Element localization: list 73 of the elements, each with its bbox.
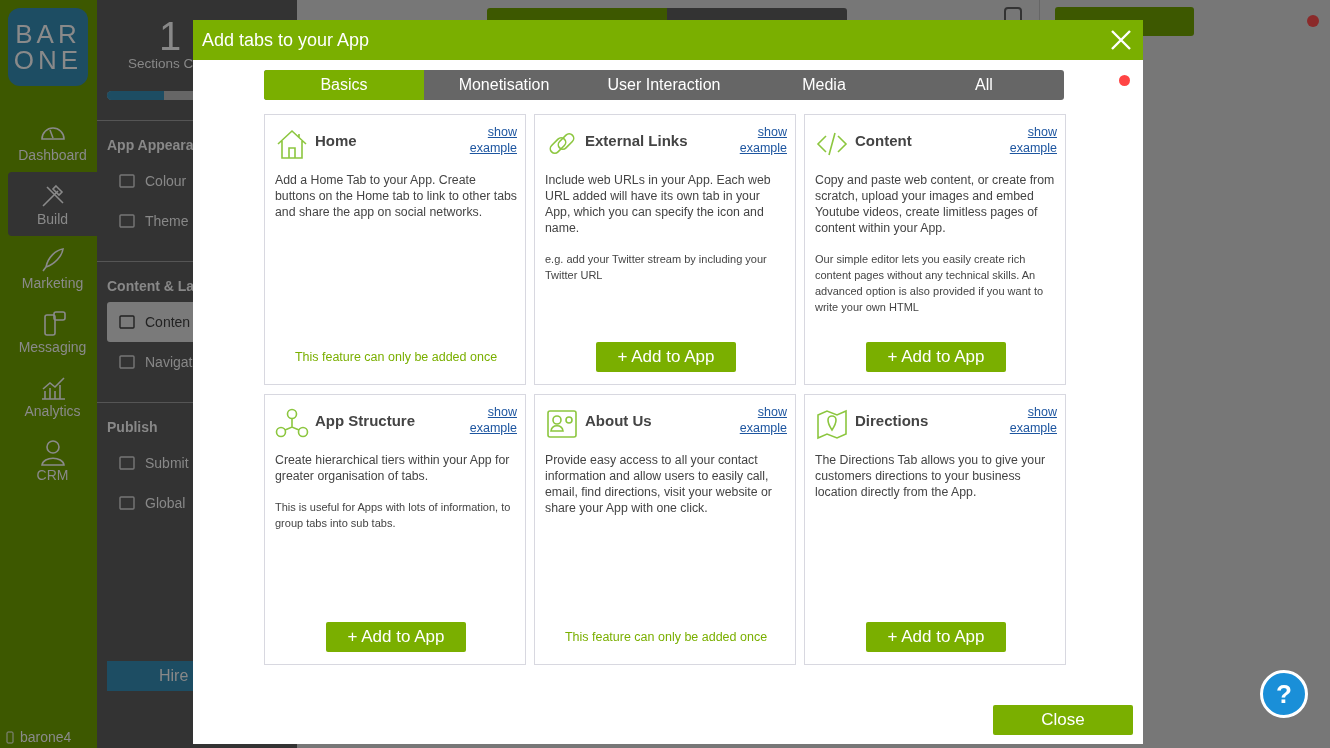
close-icon[interactable] <box>1110 29 1132 51</box>
card-title: Directions <box>855 412 929 429</box>
add-to-app-button[interactable]: + Add to App <box>866 342 1006 372</box>
card-description: Create hierarchical tiers within your App for greater organisation of tabs. <box>275 452 511 484</box>
limit-note: This feature can only be added once <box>564 630 768 644</box>
category-tab[interactable]: All <box>904 70 1064 100</box>
category-tab[interactable]: Media <box>744 70 904 100</box>
example-link[interactable]: show <box>1027 404 1057 420</box>
item-icon <box>117 312 137 332</box>
item-icon <box>117 352 137 372</box>
example-link[interactable]: example <box>1009 140 1057 156</box>
card-title: External Links <box>585 132 688 149</box>
panel-item[interactable]: Conten <box>107 302 193 342</box>
sidebar-item[interactable]: Messaging <box>8 300 97 364</box>
example-link[interactable]: example <box>469 140 517 156</box>
logo: BAR ONE <box>8 8 88 86</box>
example-link[interactable]: example <box>739 420 787 436</box>
item-icon <box>117 493 137 513</box>
section-heading: App Appeara <box>107 137 193 153</box>
category-tab[interactable]: Basics <box>264 70 424 100</box>
card-title: Content <box>855 132 912 149</box>
item-icon <box>117 453 137 473</box>
example-link[interactable]: show <box>757 124 787 140</box>
sidebar-item[interactable]: Marketing <box>8 236 97 300</box>
category-tab[interactable]: User Interaction <box>584 70 744 100</box>
help-button[interactable]: ? <box>1260 670 1308 718</box>
example-link[interactable]: show <box>487 124 517 140</box>
sidebar-item[interactable]: CRM <box>8 428 97 492</box>
phone-icon <box>6 730 14 744</box>
example-link[interactable]: show <box>757 404 787 420</box>
add-to-app-button[interactable]: + Add to App <box>596 342 736 372</box>
card-title: About Us <box>585 412 652 429</box>
notification-dot <box>1119 75 1130 86</box>
card-description: Add a Home Tab to your App. Create buttons on the Home tab to link to other tabs and share the app on social networks. <box>275 172 517 220</box>
card-description: e.g. add your Twitter stream by including your Twitter URL <box>545 252 768 283</box>
card-description: This is useful for Apps with lots of information, to group tabs into sub tabs. <box>275 500 512 531</box>
example-link[interactable]: example <box>1009 420 1057 436</box>
contact-card-icon <box>545 407 579 441</box>
user-label: barone4 <box>0 729 97 748</box>
add-to-app-button[interactable]: + Add to App <box>326 622 466 652</box>
sections-count: 1 <box>159 16 182 56</box>
sections-label: Sections C <box>128 56 194 71</box>
panel-item[interactable]: Submit <box>107 443 193 483</box>
limit-note: This feature can only be added once <box>294 350 498 364</box>
item-icon <box>117 211 137 231</box>
category-tab[interactable]: Monetisation <box>424 70 584 100</box>
panel-item[interactable]: Theme <box>107 201 193 241</box>
card-title: Home <box>315 132 357 149</box>
example-link[interactable]: show <box>487 404 517 420</box>
sidebar-item[interactable]: Build <box>8 172 97 236</box>
add-to-app-button[interactable]: + Add to App <box>866 622 1006 652</box>
card-description: Include web URLs in your App. Each web URL added will have its own tab in your App, which you can specify the icon and name. <box>545 172 772 236</box>
map-pin-icon <box>815 407 849 441</box>
notification-dot <box>1307 15 1319 27</box>
panel-item[interactable]: Colour <box>107 161 193 201</box>
panel-item[interactable]: Navigat <box>107 342 193 382</box>
example-link[interactable]: show <box>1027 124 1057 140</box>
hire-button[interactable]: Hire <box>107 661 193 691</box>
dialog-title: Add tabs to your App <box>202 29 370 51</box>
example-link[interactable]: example <box>739 140 787 156</box>
sidebar-item[interactable]: Dashboard <box>8 108 97 172</box>
item-icon <box>117 171 137 191</box>
card-title: App Structure <box>315 412 415 429</box>
card-description: Copy and paste web content, or create from scratch, upload your images and embed Youtube videos, create limitless pages of content within your App. <box>815 172 1056 236</box>
card-description: The Directions Tab allows you to give your customers directions to your business location directly from the App. <box>815 452 1047 500</box>
close-button[interactable]: Close <box>993 705 1133 735</box>
sidebar-item[interactable]: Analytics <box>8 364 97 428</box>
card-description: Our simple editor lets you easily create rich content pages without any technical skills. An advanced option is also provided if you want to write your own HTML <box>815 252 1045 315</box>
card-description: Provide easy access to all your contact information and allow users to easily call, email, find directions, visit your website or share your App with one click. <box>545 452 773 516</box>
example-link[interactable]: example <box>469 420 517 436</box>
house-icon <box>275 127 309 161</box>
section-heading: Publish <box>107 419 159 435</box>
panel-item[interactable]: Global <box>107 483 193 523</box>
